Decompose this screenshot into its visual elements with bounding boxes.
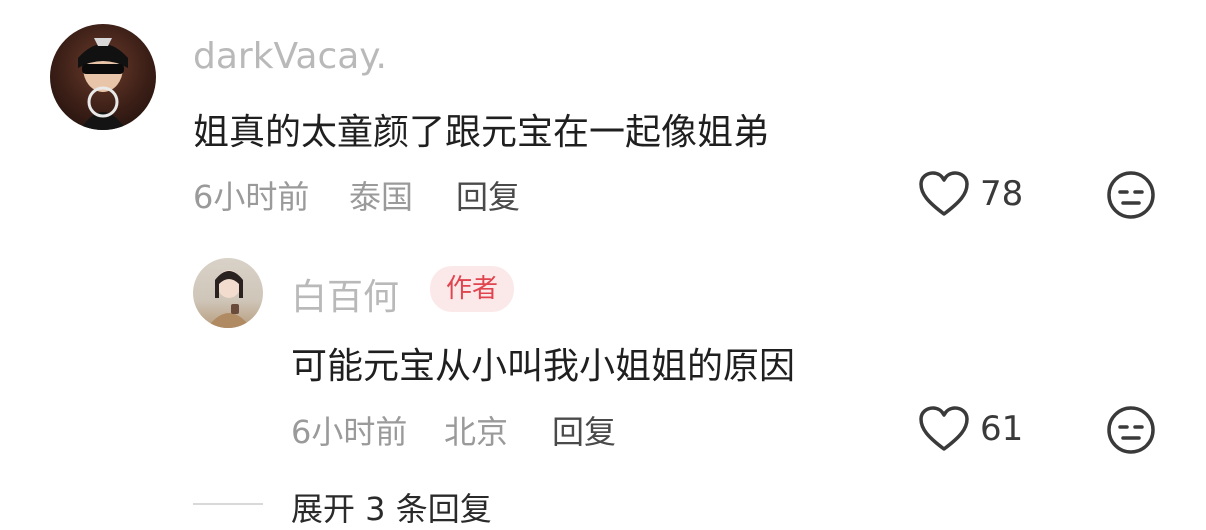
reply-username[interactable]: 白百何 <box>291 268 399 320</box>
meh-face-icon[interactable] <box>1106 170 1156 220</box>
meh-face-icon[interactable] <box>1106 405 1156 455</box>
comment-location: 泰国 <box>349 178 414 216</box>
reply-reply-button[interactable]: 回复 <box>552 407 616 453</box>
avatar-image <box>78 38 128 130</box>
comment-reply-button[interactable]: 回复 <box>456 172 520 218</box>
comment-time: 6小时前 <box>193 178 310 216</box>
avatar[interactable] <box>193 258 263 328</box>
heart-icon[interactable] <box>918 170 970 218</box>
reply-location: 北京 <box>444 413 509 451</box>
author-badge: 作者 <box>430 266 515 312</box>
comment-like-count: 78 <box>980 174 1024 214</box>
divider <box>193 503 263 505</box>
avatar[interactable] <box>50 24 156 130</box>
heart-icon[interactable] <box>918 405 970 453</box>
comment-username[interactable]: darkVacay. <box>193 36 387 77</box>
reply-text: 可能元宝从小叫我小姐姐的原因 <box>291 346 796 387</box>
reply-time: 6小时前 <box>291 413 408 451</box>
reply-like-count: 61 <box>980 409 1024 449</box>
comment-text: 姐真的太童颜了跟元宝在一起像姐弟 <box>193 112 770 153</box>
avatar-image <box>207 270 251 328</box>
expand-replies-button[interactable]: 展开 3 条回复 <box>291 484 492 530</box>
